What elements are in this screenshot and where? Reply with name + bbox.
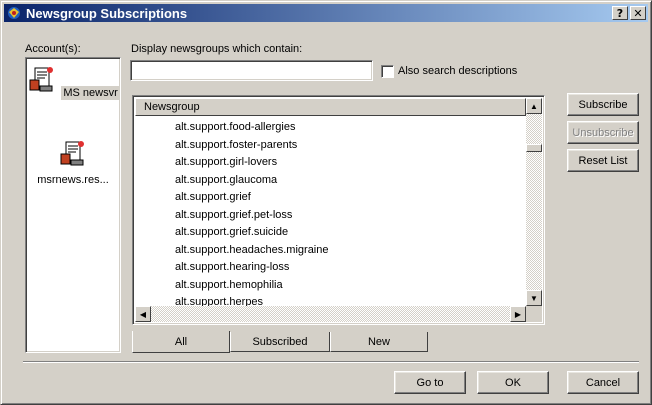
reset-list-button[interactable]: Reset List [567, 149, 639, 172]
cancel-button[interactable]: Cancel [567, 371, 639, 394]
vertical-scroll-thumb[interactable] [526, 144, 542, 152]
news-server-icon [60, 141, 84, 166]
scroll-up-button[interactable]: ▲ [526, 98, 542, 114]
accounts-list[interactable]: MS newsvr msrnews.res... [25, 57, 121, 353]
scroll-right-button[interactable]: ▶ [510, 306, 526, 322]
filter-input[interactable] [130, 60, 373, 81]
separator [23, 361, 639, 363]
tab-subscribed[interactable]: Subscribed [230, 332, 330, 352]
horizontal-scrollbar[interactable]: ◀ ▶ [135, 306, 526, 322]
list-item[interactable]: alt.support.grief.suicide [175, 224, 288, 241]
list-item[interactable]: alt.support.headaches.migraine [175, 242, 328, 259]
accounts-label: Account(s): [25, 43, 81, 55]
account-item-ms-newsvr[interactable]: MS newsvr [23, 62, 123, 100]
ok-button[interactable]: OK [477, 371, 549, 394]
list-item[interactable]: alt.support.grief [175, 189, 251, 206]
unsubscribe-button[interactable]: Unsubscribe [567, 121, 639, 144]
list-item[interactable]: alt.support.grief.pet-loss [175, 207, 292, 224]
subscribe-button[interactable]: Subscribe [567, 93, 639, 116]
newsgroup-column-header[interactable]: Newsgroup [135, 98, 526, 116]
account-name: MS newsvr [61, 86, 120, 100]
list-item[interactable]: alt.support.food-allergies [175, 119, 295, 136]
news-server-icon [29, 67, 54, 92]
list-item[interactable]: alt.support.glaucoma [175, 172, 277, 189]
account-name: msrnews.res... [37, 174, 109, 186]
scroll-down-button[interactable]: ▼ [526, 290, 542, 306]
close-button[interactable]: ✕ [630, 6, 646, 20]
scrollbar-corner [526, 306, 542, 322]
list-item[interactable]: alt.support.girl-lovers [175, 154, 277, 171]
search-descriptions-label[interactable]: Also search descriptions [398, 65, 517, 77]
help-button[interactable]: ? [612, 6, 628, 20]
newsgroup-subscriptions-dialog: Newsgroup Subscriptions ? ✕ Account(s): … [0, 0, 652, 405]
search-descriptions-checkbox[interactable] [381, 65, 394, 78]
tab-new[interactable]: New [330, 332, 428, 352]
title-bar: Newsgroup Subscriptions ? ✕ [4, 4, 648, 22]
go-to-button[interactable]: Go to [394, 371, 466, 394]
list-item[interactable]: alt.support.hemophilia [175, 277, 283, 294]
window-title: Newsgroup Subscriptions [26, 5, 188, 21]
list-item[interactable]: alt.support.hearing-loss [175, 259, 289, 276]
vertical-scrollbar[interactable]: ▲ ▼ [526, 98, 542, 306]
outlook-express-icon [8, 7, 20, 19]
account-item-msrnews[interactable]: msrnews.res... [23, 136, 123, 187]
scroll-left-button[interactable]: ◀ [135, 306, 151, 322]
tab-all[interactable]: All [132, 331, 230, 353]
list-item[interactable]: alt.support.foster-parents [175, 137, 297, 154]
filter-label: Display newsgroups which contain: [131, 43, 303, 55]
